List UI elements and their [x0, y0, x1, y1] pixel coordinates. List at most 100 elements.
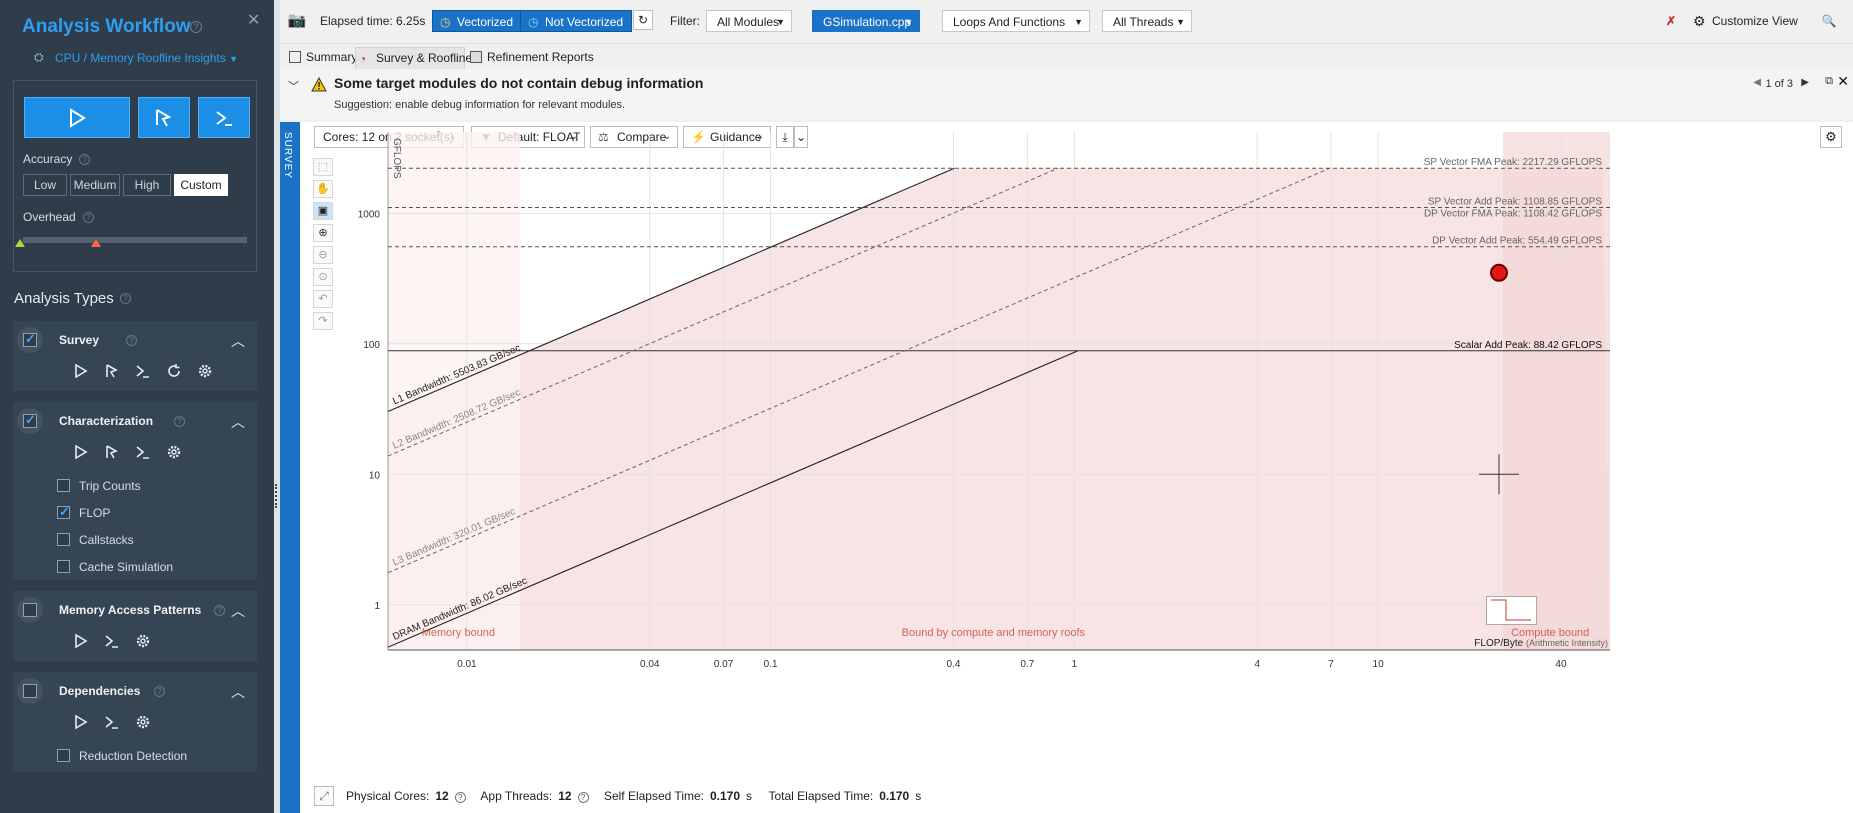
prev-icon[interactable]: ◀	[1753, 77, 1761, 88]
app-threads-value: 12	[558, 789, 572, 803]
command-line-button[interactable]	[198, 97, 250, 138]
terminal-icon[interactable]	[135, 444, 151, 460]
minimap-icon[interactable]	[1486, 596, 1538, 626]
help-icon[interactable]: ?	[174, 416, 185, 427]
cursor-run-icon[interactable]	[104, 363, 120, 379]
splitter-grip[interactable]	[275, 484, 278, 508]
play-icon[interactable]	[73, 363, 89, 379]
characterization-title: Characterization	[59, 414, 154, 428]
clear-filter-icon[interactable]: ✗	[1659, 10, 1683, 32]
physical-cores-label: Physical Cores:	[346, 789, 430, 803]
refresh-icon[interactable]	[166, 363, 182, 379]
x-tick-label: 0.1	[764, 659, 778, 670]
trip-counts-checkbox[interactable]	[57, 479, 70, 492]
vectorized-label: Vectorized	[457, 15, 514, 29]
x-tick-label: 7	[1328, 659, 1334, 670]
play-icon[interactable]	[73, 714, 89, 730]
customize-view-button[interactable]: ⚙ Customize View	[1690, 10, 1798, 32]
callstacks-checkbox[interactable]	[57, 533, 70, 546]
tab-summary-label: Summary	[306, 50, 358, 64]
accuracy-medium[interactable]: Medium	[70, 174, 120, 196]
compute-roof-label: Scalar Add Peak: 88.42 GFLOPS	[1454, 340, 1602, 351]
gear-icon[interactable]	[135, 714, 151, 730]
help-icon[interactable]: ?	[214, 605, 225, 616]
roof-region-shade	[388, 168, 1610, 650]
modules-dropdown[interactable]: All Modules ▼	[706, 10, 792, 32]
vectorized-filter[interactable]: ◷ Vectorized	[432, 10, 523, 32]
checkbox-frame	[17, 597, 43, 623]
help-icon[interactable]: ?	[120, 293, 131, 304]
survey-checkbox[interactable]	[23, 331, 37, 347]
physical-cores-value: 12	[435, 789, 449, 803]
callstacks-label: Callstacks	[79, 533, 134, 547]
reduction-detection-checkbox[interactable]	[57, 749, 70, 762]
run-button[interactable]	[24, 97, 130, 138]
tab-refinement-reports[interactable]: Refinement Reports	[467, 47, 594, 69]
not-vectorized-filter[interactable]: ◷ Not Vectorized	[520, 10, 633, 32]
help-icon[interactable]: ?	[577, 792, 589, 803]
loops-value: Loops And Functions	[953, 15, 1066, 29]
accuracy-low[interactable]: Low	[23, 174, 67, 196]
accuracy-custom[interactable]: Custom	[174, 174, 228, 196]
help-icon[interactable]: ?	[454, 792, 466, 803]
summary-icon	[289, 51, 301, 63]
source-file-dropdown[interactable]: GSimulation.cpp ▼	[812, 10, 920, 32]
y-axis-label: GFLOPS	[391, 138, 402, 179]
x-tick-label: 0.7	[1020, 659, 1034, 670]
collapse-chevron-icon[interactable]: ﹀	[288, 78, 299, 94]
terminal-icon[interactable]	[104, 633, 120, 649]
dependencies-card: Dependencies ? ︿ Reduction Detection	[13, 672, 257, 772]
gear-icon[interactable]: ⚙	[1820, 126, 1842, 148]
help-icon[interactable]: ?	[126, 335, 137, 346]
terminal-icon[interactable]	[104, 714, 120, 730]
cursor-run-icon[interactable]	[104, 444, 120, 460]
x-tick-label: 40	[1555, 659, 1567, 670]
memory-access-patterns-checkbox[interactable]	[23, 603, 37, 617]
gear-icon[interactable]	[197, 363, 213, 379]
search-icon[interactable]: 🔍	[1818, 10, 1840, 32]
gear-icon[interactable]	[166, 444, 182, 460]
workflow-selector[interactable]: CPU / Memory Roofline Insights ▼	[55, 51, 238, 65]
gear-icon[interactable]	[135, 633, 151, 649]
chevron-down-icon: ▼	[1074, 17, 1083, 27]
loops-dropdown[interactable]: Loops And Functions ▼	[942, 10, 1090, 32]
analysis-types-title: Analysis Types	[14, 290, 114, 307]
play-icon[interactable]	[73, 633, 89, 649]
tab-summary[interactable]: Summary	[286, 47, 357, 69]
help-icon[interactable]: ?	[190, 21, 202, 33]
y-tick-label: 1	[374, 601, 380, 612]
checkbox-frame	[17, 327, 43, 353]
accuracy-high[interactable]: High	[123, 174, 171, 196]
roofline-chart[interactable]: SP Vector FMA Peak: 2217.29 GFLOPS SP Vec…	[310, 122, 1630, 722]
characterization-checkbox[interactable]	[23, 412, 37, 428]
self-elapsed-label: Self Elapsed Time:	[603, 789, 704, 803]
self-elapsed-value: 0.170	[710, 789, 741, 803]
survey-side-tab[interactable]: SURVEY	[280, 122, 300, 813]
help-icon[interactable]: ?	[82, 212, 94, 224]
expand-icon[interactable]: ⤢	[314, 786, 334, 806]
chevron-up-icon[interactable]: ︿	[231, 601, 245, 621]
chevron-up-icon[interactable]: ︿	[231, 412, 245, 432]
close-icon[interactable]: ✕	[1837, 73, 1849, 90]
dependencies-checkbox[interactable]	[23, 684, 37, 698]
tab-survey-roofline[interactable]: ◔ Survey & Roofline	[355, 47, 472, 69]
close-icon[interactable]: ✕	[247, 10, 260, 30]
help-icon[interactable]: ?	[79, 154, 91, 166]
terminal-icon[interactable]	[135, 363, 151, 379]
help-icon[interactable]: ?	[154, 686, 165, 697]
play-icon[interactable]	[73, 444, 89, 460]
flop-checkbox[interactable]	[57, 504, 70, 520]
camera-icon[interactable]: 📷	[286, 10, 308, 32]
detach-icon[interactable]: ⧉	[1825, 75, 1833, 88]
characterization-card: Characterization ? ︿ Trip Counts FLOP Ca…	[13, 402, 257, 580]
characterization-card-header: Characterization ? ︿	[13, 402, 257, 440]
warning-counter: 1 of 3	[1765, 78, 1793, 90]
chevron-up-icon[interactable]: ︿	[231, 331, 245, 351]
reset-filter-icon[interactable]: ↻	[633, 10, 653, 30]
view-tabs: Summary ◔ Survey & Roofline Refinement Re…	[280, 44, 1853, 70]
threads-dropdown[interactable]: All Threads ▼	[1102, 10, 1192, 32]
collect-button[interactable]	[138, 97, 190, 138]
next-icon[interactable]: ▶	[1801, 77, 1809, 88]
cache-simulation-checkbox[interactable]	[57, 560, 70, 573]
chevron-up-icon[interactable]: ︿	[231, 682, 245, 702]
